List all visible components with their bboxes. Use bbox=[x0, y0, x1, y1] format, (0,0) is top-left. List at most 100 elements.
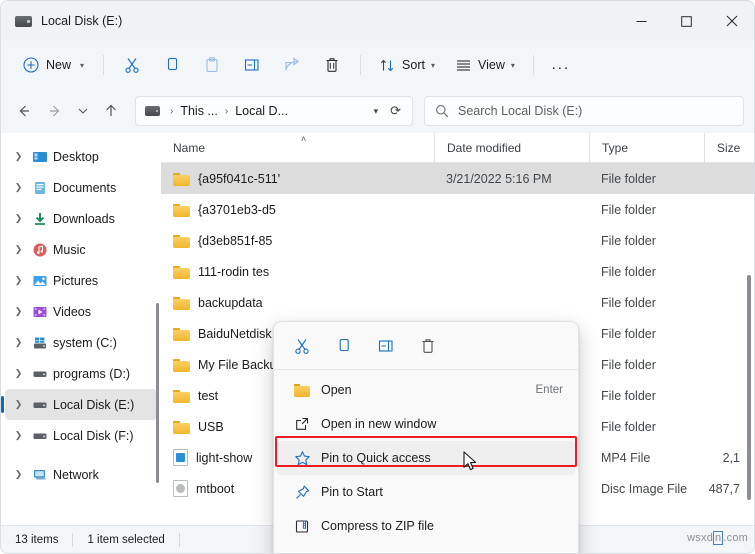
chevron-right-icon[interactable]: ❯ bbox=[11, 151, 26, 162]
file-name: {d3eb851f-85 bbox=[198, 234, 272, 248]
table-row[interactable]: {d3eb851f-85 File folder bbox=[161, 225, 754, 256]
recent-locations-button[interactable] bbox=[71, 96, 95, 126]
network-icon bbox=[31, 466, 48, 483]
context-menu-item-compress-to-zip[interactable]: Compress to ZIP file bbox=[277, 509, 575, 543]
item-count: 13 items bbox=[15, 534, 58, 546]
file-type-cell: File folder bbox=[589, 318, 704, 349]
new-button[interactable]: New ▾ bbox=[13, 49, 94, 81]
file-type-cell: File folder bbox=[589, 411, 704, 442]
chevron-right-icon[interactable]: ❯ bbox=[11, 368, 26, 379]
column-header-size[interactable]: Size bbox=[704, 133, 754, 163]
delete-icon[interactable] bbox=[408, 330, 448, 362]
refresh-icon[interactable]: ⟳ bbox=[386, 103, 408, 119]
chevron-right-icon[interactable]: ❯ bbox=[11, 182, 26, 193]
sidebar-item-documents[interactable]: ❯ Documents bbox=[5, 172, 157, 203]
file-type-cell: File folder bbox=[589, 287, 704, 318]
rename-icon[interactable] bbox=[366, 330, 406, 362]
back-button[interactable] bbox=[9, 96, 39, 126]
address-bar[interactable]: › This ... › Local D... ▾ ⟳ bbox=[135, 96, 413, 126]
sidebar-item-desktop[interactable]: ❯ Desktop bbox=[5, 141, 157, 172]
sidebar-item-local-disk-f[interactable]: ❯ Local Disk (F:) bbox=[5, 420, 157, 451]
sidebar-item-pictures[interactable]: ❯ Pictures bbox=[5, 265, 157, 296]
status-divider bbox=[72, 533, 73, 547]
paste-button[interactable] bbox=[193, 49, 231, 81]
drive-icon bbox=[31, 396, 48, 413]
file-name-cell: {d3eb851f-85 bbox=[161, 225, 434, 256]
sidebar-item-local-disk-e[interactable]: ❯ Local Disk (E:) bbox=[5, 389, 157, 420]
context-menu-item-open[interactable]: Open Enter bbox=[277, 373, 575, 407]
mouse-cursor bbox=[463, 451, 479, 478]
chevron-down-icon: ▾ bbox=[80, 61, 84, 70]
context-menu-item-label: Open bbox=[321, 383, 352, 397]
chevron-right-icon[interactable]: ❯ bbox=[11, 306, 26, 317]
table-row[interactable]: 111-rodin tes File folder bbox=[161, 256, 754, 287]
sort-button[interactable]: Sort ▾ bbox=[370, 49, 444, 81]
context-menu-item-open-in-new-window[interactable]: Open in new window bbox=[277, 407, 575, 441]
file-name: My File Backu bbox=[198, 358, 277, 372]
file-name: test bbox=[198, 389, 218, 403]
sidebar-item-videos[interactable]: ❯ Videos bbox=[5, 296, 157, 327]
context-menu-item-pin-to-start[interactable]: Pin to Start bbox=[277, 475, 575, 509]
table-row[interactable]: backupdata File folder bbox=[161, 287, 754, 318]
copy-button[interactable] bbox=[153, 49, 191, 81]
sidebar-item-label: programs (D:) bbox=[53, 367, 130, 381]
chevron-right-icon[interactable]: ❯ bbox=[11, 244, 26, 255]
chevron-right-icon[interactable]: ❯ bbox=[11, 337, 26, 348]
rename-button[interactable] bbox=[233, 49, 271, 81]
sidebar-item-system-c[interactable]: ❯ system (C:) bbox=[5, 327, 157, 358]
table-row[interactable]: {a3701eb3-d5 File folder bbox=[161, 194, 754, 225]
chevron-right-icon[interactable]: ❯ bbox=[11, 275, 26, 286]
breadcrumb-item-1[interactable]: Local D... bbox=[233, 104, 290, 118]
copy-icon[interactable] bbox=[324, 330, 364, 362]
rename-icon bbox=[243, 56, 261, 74]
table-row[interactable]: {a95f041c-511' 3/21/2022 5:16 PM File fo… bbox=[161, 163, 754, 194]
up-button[interactable] bbox=[96, 96, 126, 126]
close-button[interactable] bbox=[709, 1, 754, 41]
column-header-label: Date modified bbox=[447, 141, 521, 155]
sidebar-item-music[interactable]: ❯ Music bbox=[5, 234, 157, 265]
forward-button[interactable] bbox=[40, 96, 70, 126]
view-button[interactable]: View ▾ bbox=[446, 49, 524, 81]
maximize-button[interactable] bbox=[664, 1, 709, 41]
sidebar-scrollbar-thumb[interactable] bbox=[156, 303, 159, 483]
sidebar-item-network[interactable]: ❯ Network bbox=[5, 459, 157, 490]
search-placeholder: Search Local Disk (E:) bbox=[458, 104, 582, 118]
context-menu-divider bbox=[274, 369, 578, 370]
sidebar-item-programs-d[interactable]: ❯ programs (D:) bbox=[5, 358, 157, 389]
chevron-right-icon[interactable]: ❯ bbox=[11, 399, 26, 410]
download-icon bbox=[31, 210, 48, 227]
minimize-button[interactable] bbox=[619, 1, 664, 41]
file-name: BaiduNetdisk bbox=[198, 327, 272, 341]
column-header-name[interactable]: Name ˄ bbox=[161, 133, 434, 163]
trash-icon bbox=[323, 56, 341, 74]
copy-icon bbox=[163, 56, 181, 74]
file-name: USB bbox=[198, 420, 224, 434]
file-type-cell: File folder bbox=[589, 225, 704, 256]
delete-button[interactable] bbox=[313, 49, 351, 81]
file-list-scrollbar-thumb[interactable] bbox=[747, 275, 751, 500]
column-header-type[interactable]: Type bbox=[589, 133, 704, 163]
chevron-right-icon[interactable]: ❯ bbox=[11, 430, 26, 441]
address-dropdown-icon[interactable]: ▾ bbox=[366, 106, 387, 117]
share-button[interactable] bbox=[273, 49, 311, 81]
folder-icon bbox=[173, 327, 190, 341]
column-header-label: Type bbox=[602, 141, 628, 155]
breadcrumb-item-0[interactable]: This ... bbox=[178, 104, 220, 118]
see-more-button[interactable]: ... bbox=[543, 49, 579, 81]
context-menu-item-pin-to-quick-access[interactable]: Pin to Quick access bbox=[277, 441, 575, 475]
chevron-right-icon[interactable]: ❯ bbox=[11, 213, 26, 224]
folder-icon bbox=[173, 265, 190, 279]
chevron-right-icon[interactable]: ❯ bbox=[11, 469, 26, 480]
sidebar-item-label: Local Disk (E:) bbox=[53, 398, 134, 412]
context-menu-icon-row bbox=[274, 326, 578, 366]
cut-button[interactable] bbox=[113, 49, 151, 81]
sidebar-item-label: Desktop bbox=[53, 150, 99, 164]
column-header-date-modified[interactable]: Date modified bbox=[434, 133, 589, 163]
plus-circle-icon bbox=[23, 57, 39, 73]
sidebar-item-downloads[interactable]: ❯ Downloads bbox=[5, 203, 157, 234]
cut-icon[interactable] bbox=[282, 330, 322, 362]
context-menu-item-copy-as-path[interactable]: Copy as path bbox=[277, 543, 575, 554]
new-window-icon bbox=[291, 416, 313, 432]
search-box[interactable]: Search Local Disk (E:) bbox=[424, 96, 744, 126]
toolbar-divider bbox=[103, 55, 104, 75]
